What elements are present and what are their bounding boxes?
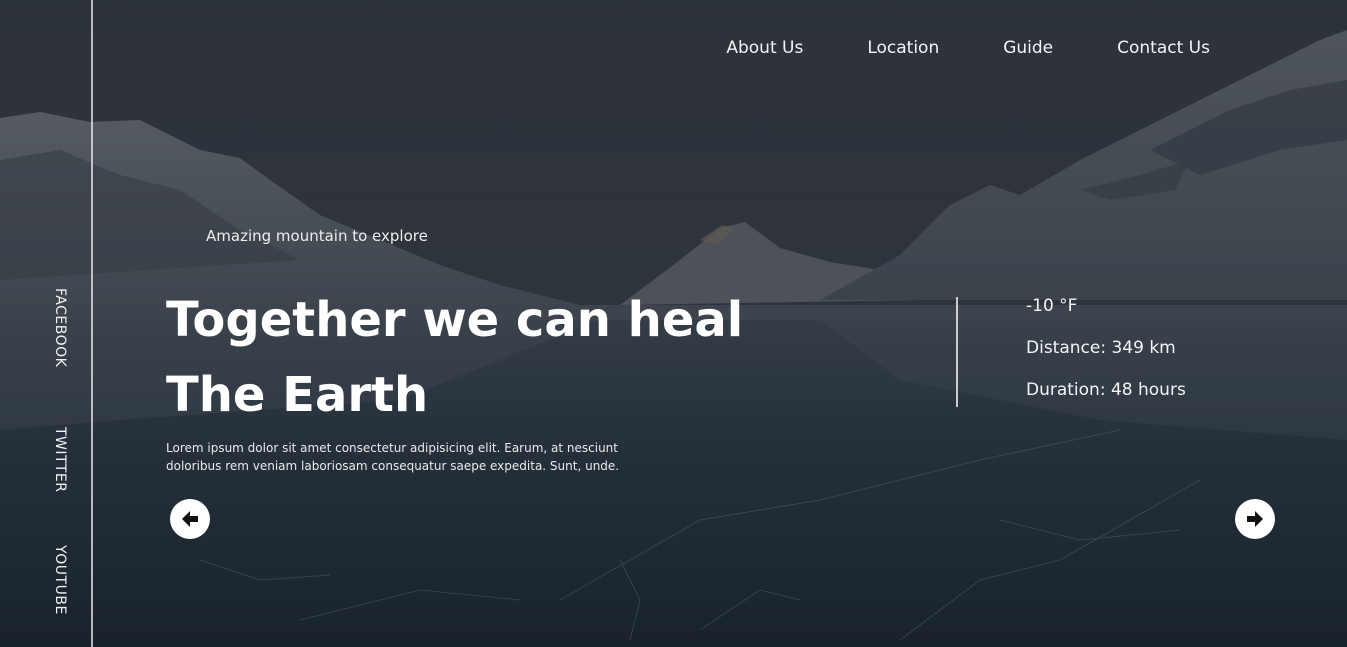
sidebar-divider bbox=[91, 0, 93, 647]
nav-guide[interactable]: Guide bbox=[1003, 38, 1053, 58]
hero-tagline: Amazing mountain to explore bbox=[206, 227, 428, 245]
hero-page: FACEBOOK TWITTER YOUTUBE About Us Locati… bbox=[0, 0, 1347, 647]
arrow-left-icon bbox=[182, 511, 198, 527]
previous-slide-button[interactable] bbox=[170, 499, 210, 539]
trip-stats: -10 °F Distance: 349 km Duration: 48 hou… bbox=[1026, 293, 1186, 419]
nav-contact-us[interactable]: Contact Us bbox=[1117, 38, 1210, 58]
twitter-link[interactable]: TWITTER bbox=[52, 427, 68, 492]
youtube-link[interactable]: YOUTUBE bbox=[52, 545, 68, 615]
distance-stat: Distance: 349 km bbox=[1026, 338, 1176, 358]
hero-description: Lorem ipsum dolor sit amet consectetur a… bbox=[166, 441, 620, 473]
nav-location[interactable]: Location bbox=[867, 38, 939, 58]
headline-line-2: The Earth bbox=[166, 367, 429, 423]
stats-divider bbox=[956, 297, 958, 407]
hero-headline: Together we can heal The Earth bbox=[166, 283, 766, 433]
arrow-right-icon bbox=[1247, 511, 1263, 527]
temperature-stat: -10 °F bbox=[1026, 296, 1078, 316]
next-slide-button[interactable] bbox=[1235, 499, 1275, 539]
headline-line-1: Together we can heal bbox=[166, 292, 744, 348]
nav-about-us[interactable]: About Us bbox=[726, 38, 803, 58]
main-nav: About Us Location Guide Contact Us bbox=[726, 38, 1210, 58]
facebook-link[interactable]: FACEBOOK bbox=[52, 288, 68, 367]
duration-stat: Duration: 48 hours bbox=[1026, 380, 1186, 400]
